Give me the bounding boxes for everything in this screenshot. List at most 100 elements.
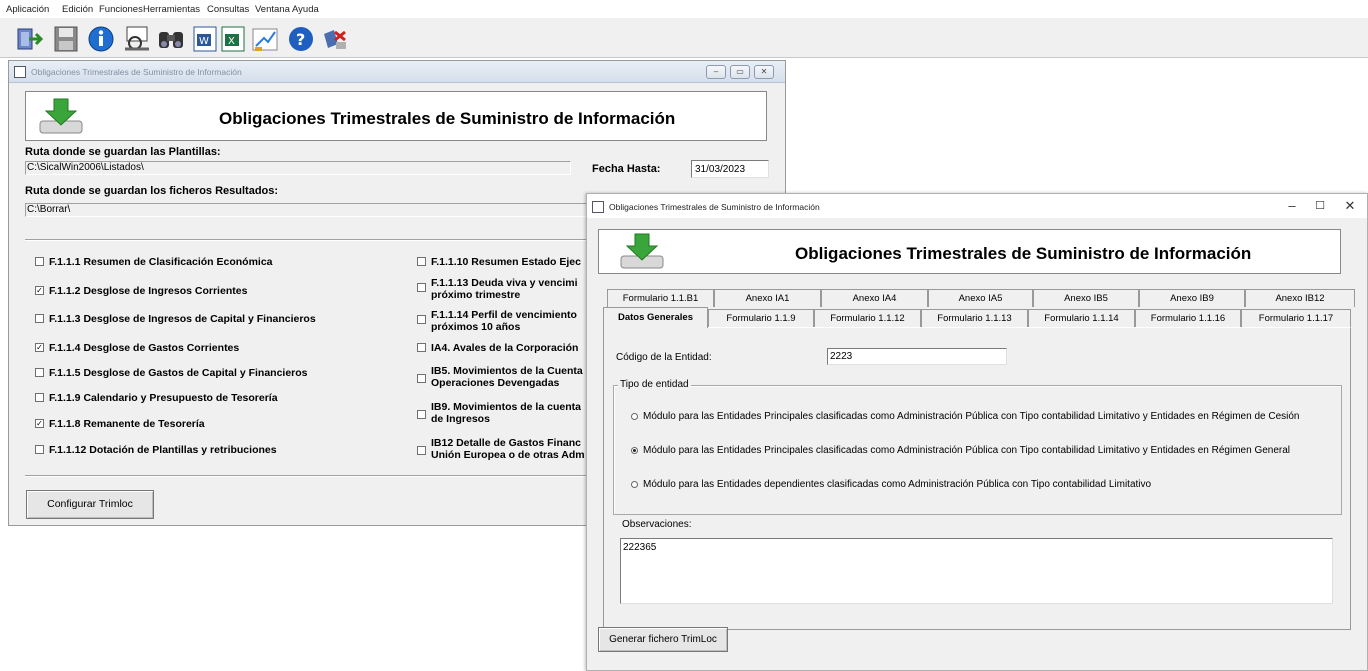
menu-edicion[interactable]: Edición [62, 4, 93, 15]
codigo-entidad-value: 2223 [830, 351, 853, 362]
observaciones-textarea[interactable]: 222365 [620, 538, 1333, 604]
window-title: Obligaciones Trimestrales de Suministro … [31, 67, 242, 77]
observaciones-label: Observaciones: [622, 519, 692, 530]
check-ib12-label[interactable]: IB12 Detalle de Gastos Financ [431, 437, 581, 449]
maximize-icon[interactable]: ☐ [1305, 196, 1335, 216]
ruta-resultados-field[interactable]: C:\Borrar\ [25, 203, 587, 217]
check-f112-label[interactable]: F.1.1.2 Desglose de Ingresos Corrientes [49, 285, 247, 297]
mail-delete-icon[interactable] [320, 24, 350, 54]
menu-funciones[interactable]: Funciones [99, 4, 143, 15]
check-f119-label[interactable]: F.1.1.9 Calendario y Presupuesto de Teso… [49, 392, 278, 404]
toolbar: W X ? [0, 18, 1368, 58]
check-f111[interactable] [35, 257, 44, 266]
check-ib9-label[interactable]: IB9. Movimientos de la cuenta [431, 401, 581, 413]
tab-formulario-1112[interactable]: Formulario 1.1.12 [814, 309, 921, 327]
check-f111-label[interactable]: F.1.1.1 Resumen de Clasificación Económi… [49, 256, 273, 268]
ruta-plantillas-field[interactable]: C:\SicalWin2006\Listados\ [25, 161, 571, 175]
menu-herramientas[interactable]: Herramientas [143, 4, 200, 15]
radio-regimen-cesion-label[interactable]: Módulo para las Entidades Principales cl… [643, 411, 1299, 422]
minimize-button[interactable]: – [706, 65, 726, 79]
header-title: Obligaciones Trimestrales de Suministro … [795, 244, 1252, 263]
check-f112[interactable]: ✓ [35, 286, 44, 295]
help-icon[interactable]: ? [286, 24, 316, 54]
configurar-trimloc-button[interactable]: Configurar Trimloc [26, 490, 154, 519]
check-ia4-label[interactable]: IA4. Avales de la Corporación [431, 342, 578, 354]
check-f118[interactable]: ✓ [35, 419, 44, 428]
radio-regimen-cesion[interactable] [631, 413, 638, 420]
check-ib5-label-2: Operaciones Devengadas [431, 377, 560, 389]
check-f1112-label[interactable]: F.1.1.12 Dotación de Plantillas y retrib… [49, 444, 277, 456]
tab-datos-generales[interactable]: Datos Generales [603, 307, 708, 328]
menu-consultas[interactable]: Consultas [207, 4, 249, 15]
download-arrow-icon [38, 97, 84, 135]
check-ib5-label[interactable]: IB5. Movimientos de la Cuenta [431, 365, 583, 377]
codigo-entidad-input[interactable]: 2223 [827, 348, 1007, 365]
check-f1112[interactable] [35, 445, 44, 454]
tab-anexo-ia1[interactable]: Anexo IA1 [714, 289, 821, 307]
check-f119[interactable] [35, 393, 44, 402]
info-icon[interactable] [86, 24, 116, 54]
fecha-hasta-label: Fecha Hasta: [592, 163, 661, 175]
check-f114-label[interactable]: F.1.1.4 Desglose de Gastos Corrientes [49, 342, 239, 354]
save-disk-icon[interactable] [51, 24, 81, 54]
tab-formulario-11b1[interactable]: Formulario 1.1.B1 [607, 289, 714, 307]
svg-text:X: X [228, 36, 235, 47]
tab-formulario-1117[interactable]: Formulario 1.1.17 [1241, 309, 1351, 327]
header-panel: Obligaciones Trimestrales de Suministro … [25, 91, 767, 141]
tab-formulario-119[interactable]: Formulario 1.1.9 [708, 309, 814, 327]
tab-anexo-ia5[interactable]: Anexo IA5 [928, 289, 1033, 307]
check-f1110[interactable] [417, 257, 426, 266]
menu-aplicacion[interactable]: Aplicación [6, 4, 49, 15]
obligaciones-window-front[interactable]: Obligaciones Trimestrales de Suministro … [586, 193, 1368, 671]
check-f115[interactable] [35, 368, 44, 377]
check-f1113-label[interactable]: F.1.1.13 Deuda viva y vencimi [431, 277, 578, 289]
check-f118-label[interactable]: F.1.1.8 Remanente de Tesorería [49, 418, 205, 430]
binoculars-icon[interactable] [156, 24, 186, 54]
tab-anexo-ib9[interactable]: Anexo IB9 [1139, 289, 1245, 307]
check-ib9[interactable] [417, 410, 426, 419]
tab-anexo-ib5[interactable]: Anexo IB5 [1033, 289, 1139, 307]
datos-generales-panel: Código de la Entidad: 2223 Tipo de entid… [603, 327, 1351, 630]
menu-ventana[interactable]: Ventana [255, 4, 290, 15]
radio-regimen-general-label[interactable]: Módulo para las Entidades Principales cl… [643, 445, 1290, 456]
check-f1114-label[interactable]: F.1.1.14 Perfil de vencimiento [431, 309, 577, 321]
menu-ayuda[interactable]: Ayuda [292, 4, 319, 15]
excel-export-icon[interactable]: X [218, 24, 248, 54]
check-ib5[interactable] [417, 374, 426, 383]
tab-formulario-1114[interactable]: Formulario 1.1.14 [1028, 309, 1135, 327]
restore-button[interactable]: ▭ [730, 65, 750, 79]
check-f1113-label-2: próximo trimestre [431, 289, 521, 301]
generar-fichero-button[interactable]: Generar fichero TrimLoc [598, 627, 728, 652]
chart-edit-icon[interactable] [250, 24, 280, 54]
window-titlebar[interactable]: Obligaciones Trimestrales de Suministro … [9, 61, 785, 83]
check-f1113[interactable] [417, 283, 426, 292]
window-title: Obligaciones Trimestrales de Suministro … [609, 202, 820, 212]
codigo-entidad-label: Código de la Entidad: [616, 352, 712, 363]
tab-anexo-ia4[interactable]: Anexo IA4 [821, 289, 928, 307]
exit-icon[interactable] [15, 24, 45, 54]
check-ia4[interactable] [417, 343, 426, 352]
fecha-hasta-input[interactable]: 31/03/2023 [691, 160, 769, 178]
check-f1110-label[interactable]: F.1.1.10 Resumen Estado Ejec [431, 256, 581, 268]
window-titlebar[interactable]: Obligaciones Trimestrales de Suministro … [587, 194, 1367, 218]
tab-formulario-1116[interactable]: Formulario 1.1.16 [1135, 309, 1241, 327]
print-preview-icon[interactable] [122, 24, 152, 54]
radio-entidades-dependientes[interactable] [631, 481, 638, 488]
check-f113[interactable] [35, 314, 44, 323]
check-f115-label[interactable]: F.1.1.5 Desglose de Gastos de Capital y … [49, 367, 308, 379]
tab-anexo-ib12[interactable]: Anexo IB12 [1245, 289, 1355, 307]
close-button[interactable]: ✕ [754, 65, 774, 79]
radio-regimen-general[interactable] [631, 447, 638, 454]
download-arrow-icon [619, 232, 665, 270]
check-f114[interactable]: ✓ [35, 343, 44, 352]
check-ib12[interactable] [417, 446, 426, 455]
check-f1114[interactable] [417, 315, 426, 324]
word-export-icon[interactable]: W [190, 24, 220, 54]
tab-formulario-1113[interactable]: Formulario 1.1.13 [921, 309, 1028, 327]
close-icon[interactable]: ✕ [1335, 196, 1365, 216]
ruta-plantillas-label: Ruta donde se guardan las Plantillas: [25, 146, 221, 158]
ruta-resultados-label: Ruta donde se guardan los ficheros Resul… [25, 185, 279, 197]
minimize-icon[interactable]: – [1277, 196, 1307, 216]
check-f113-label[interactable]: F.1.1.3 Desglose de Ingresos de Capital … [49, 313, 316, 325]
radio-entidades-dependientes-label[interactable]: Módulo para las Entidades dependientes c… [643, 479, 1151, 490]
